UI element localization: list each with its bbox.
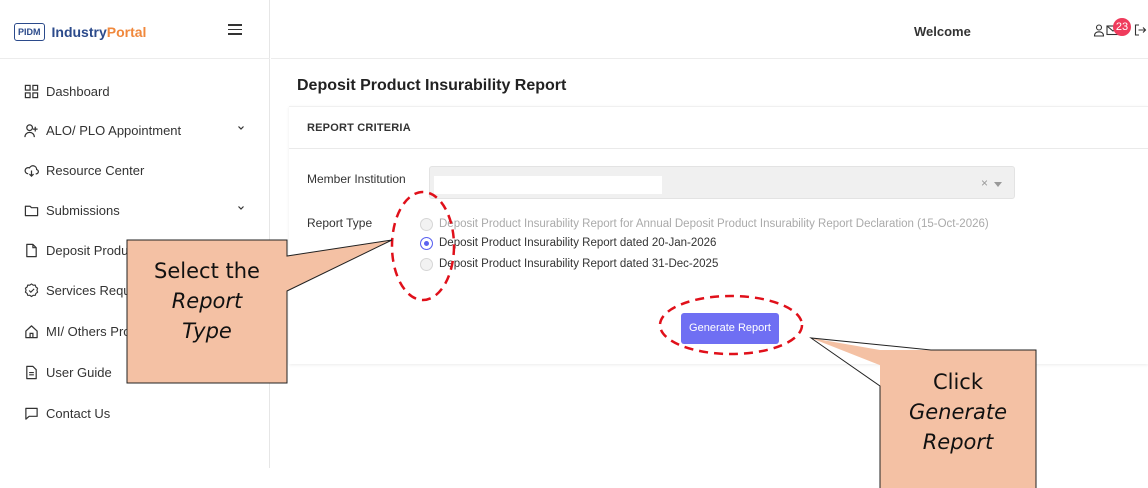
right-callout-line3: Report	[922, 430, 994, 454]
left-callout-line1: Select the	[154, 259, 260, 283]
right-callout-line1: Click	[932, 370, 984, 394]
right-callout-line2: Generate	[908, 400, 1008, 424]
left-callout-line2: Report	[171, 289, 243, 313]
button-highlight-circle	[658, 294, 804, 356]
right-callout-text: Click Generate Report	[880, 367, 1036, 457]
left-callout-line3: Type	[182, 319, 232, 343]
left-callout-text: Select the Report Type	[127, 256, 287, 346]
radio-highlight-circle	[390, 190, 456, 302]
